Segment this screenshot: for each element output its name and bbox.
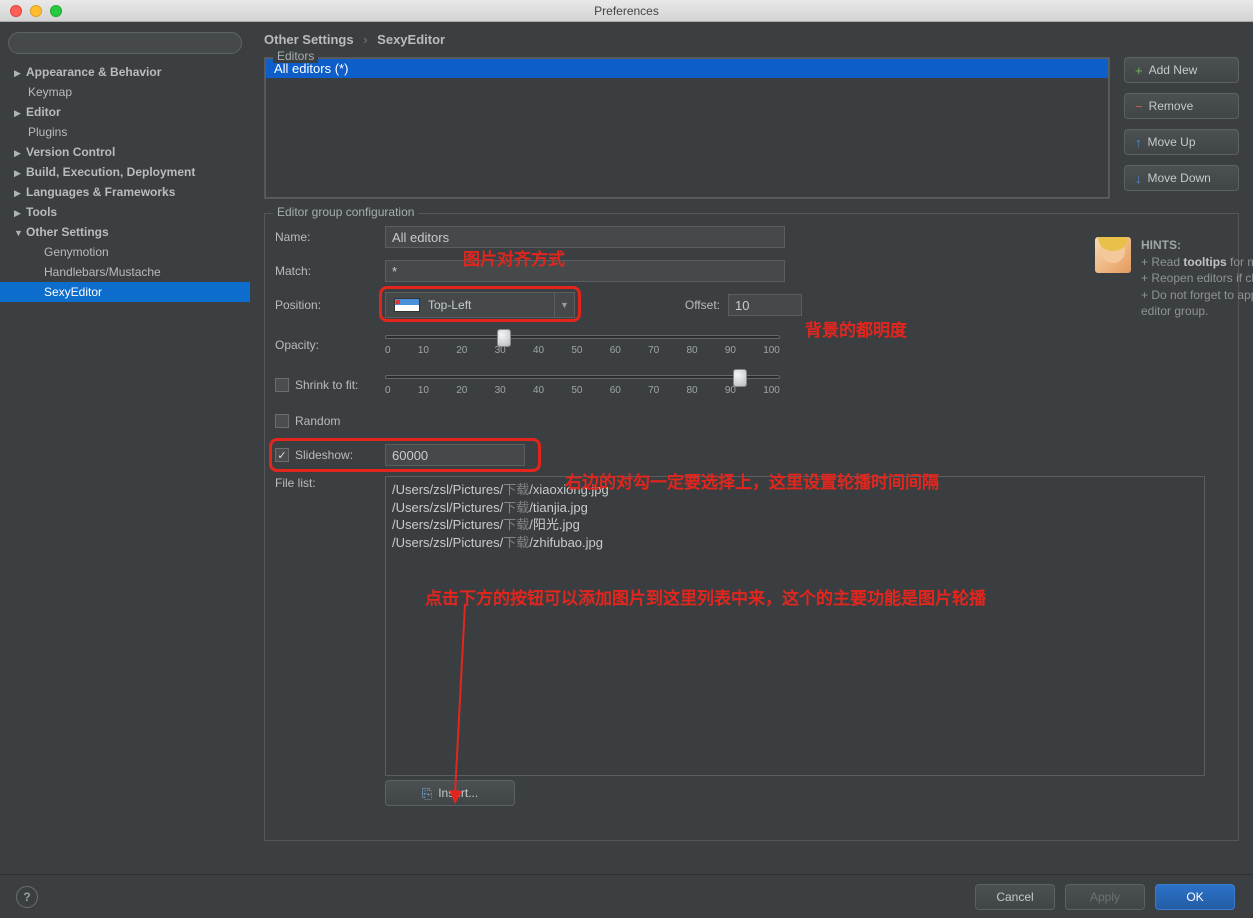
config-group: Editor group configuration HINTS: + Read… bbox=[264, 213, 1239, 841]
slideshow-checkbox[interactable]: ✓ bbox=[275, 448, 289, 462]
offset-field[interactable] bbox=[728, 294, 802, 316]
opacity-slider[interactable]: 0102030405060708090100 bbox=[385, 335, 780, 356]
move-down-button[interactable]: ↓Move Down bbox=[1124, 165, 1239, 191]
sidebar-item[interactable]: Keymap bbox=[0, 82, 250, 102]
chevron-down-icon: ▼ bbox=[554, 293, 574, 317]
file-list-item[interactable]: /Users/zsl/Pictures/下载/zhifubao.jpg bbox=[392, 534, 1198, 552]
sidebar-item[interactable]: Plugins bbox=[0, 122, 250, 142]
chevron-right-icon bbox=[14, 65, 22, 79]
chevron-right-icon bbox=[14, 145, 22, 159]
group-label: Editor group configuration bbox=[273, 205, 418, 219]
opacity-label: Opacity: bbox=[275, 338, 385, 352]
editors-group: Editors All editors (*) bbox=[264, 57, 1110, 199]
sidebar-item[interactable]: Editor bbox=[0, 102, 250, 122]
match-label: Match: bbox=[275, 264, 385, 278]
apply-button[interactable]: Apply bbox=[1065, 884, 1145, 910]
editors-buttons: +Add New −Remove ↑Move Up ↓Move Down bbox=[1124, 57, 1239, 213]
group-label: Editors bbox=[273, 49, 318, 63]
settings-tree: Appearance & Behavior Keymap Editor Plugins… bbox=[0, 62, 250, 302]
flag-icon bbox=[394, 298, 420, 312]
sidebar-item-label: Editor bbox=[26, 105, 61, 119]
plus-icon: + bbox=[1135, 64, 1143, 77]
position-label: Position: bbox=[275, 298, 385, 312]
minus-icon: − bbox=[1135, 100, 1143, 113]
sidebar-item[interactable]: Version Control bbox=[0, 142, 250, 162]
chevron-right-icon bbox=[14, 205, 22, 219]
help-button[interactable]: ? bbox=[16, 886, 38, 908]
titlebar: Preferences bbox=[0, 0, 1253, 22]
sidebar-item-label: Plugins bbox=[28, 125, 67, 139]
breadcrumb-sep: › bbox=[363, 32, 367, 47]
name-label: Name: bbox=[275, 230, 385, 244]
insert-button[interactable]: ⎘ Insert... bbox=[385, 780, 515, 806]
chevron-right-icon bbox=[14, 165, 22, 179]
match-field[interactable] bbox=[385, 260, 785, 282]
slideshow-field[interactable] bbox=[385, 444, 525, 466]
arrow-up-icon: ↑ bbox=[1135, 136, 1142, 149]
sidebar-item[interactable]: Appearance & Behavior bbox=[0, 62, 250, 82]
sidebar-item-label: Appearance & Behavior bbox=[26, 65, 161, 79]
file-list-item[interactable]: /Users/zsl/Pictures/下载/xiaoxiong.jpg bbox=[392, 481, 1198, 499]
file-list-item[interactable]: /Users/zsl/Pictures/下载/tianjia.jpg bbox=[392, 499, 1198, 517]
add-new-button[interactable]: +Add New bbox=[1124, 57, 1239, 83]
remove-button[interactable]: −Remove bbox=[1124, 93, 1239, 119]
content-panel: Other Settings › SexyEditor Editors All … bbox=[250, 22, 1253, 872]
file-list-item[interactable]: /Users/zsl/Pictures/下载/阳光.jpg bbox=[392, 516, 1198, 534]
sidebar-item-label: Version Control bbox=[26, 145, 115, 159]
shrink-checkbox[interactable] bbox=[275, 378, 289, 392]
avatar bbox=[1095, 237, 1131, 273]
sidebar-item-label: Build, Execution, Deployment bbox=[26, 165, 195, 179]
sidebar: Appearance & Behavior Keymap Editor Plugins… bbox=[0, 22, 250, 872]
offset-label: Offset: bbox=[660, 298, 720, 312]
sidebar-item-label: Genymotion bbox=[44, 245, 109, 259]
arrow-down-icon: ↓ bbox=[1135, 172, 1142, 185]
sidebar-item[interactable]: Tools bbox=[0, 202, 250, 222]
shrink-label-wrap: Shrink to fit: bbox=[275, 378, 385, 392]
chevron-down-icon bbox=[14, 225, 22, 239]
breadcrumb-root[interactable]: Other Settings bbox=[264, 32, 354, 47]
sidebar-item-label: Languages & Frameworks bbox=[26, 185, 175, 199]
breadcrumb-leaf: SexyEditor bbox=[377, 32, 445, 47]
sidebar-item-label: Handlebars/Mustache bbox=[44, 265, 161, 279]
move-up-button[interactable]: ↑Move Up bbox=[1124, 129, 1239, 155]
random-wrap: Random bbox=[275, 414, 385, 428]
window-title: Preferences bbox=[0, 4, 1253, 18]
filelist-label: File list: bbox=[275, 476, 385, 490]
insert-icon: ⎘ bbox=[422, 787, 432, 800]
sidebar-item[interactable]: SexyEditor bbox=[0, 282, 250, 302]
sidebar-item-label: Tools bbox=[26, 205, 57, 219]
ok-button[interactable]: OK bbox=[1155, 884, 1235, 910]
sidebar-item[interactable]: Languages & Frameworks bbox=[0, 182, 250, 202]
sidebar-item-label: Other Settings bbox=[26, 225, 109, 239]
random-checkbox[interactable] bbox=[275, 414, 289, 428]
editors-list[interactable]: All editors (*) bbox=[265, 58, 1109, 198]
sidebar-item-label: SexyEditor bbox=[44, 285, 102, 299]
chevron-right-icon bbox=[14, 185, 22, 199]
sidebar-item-label: Keymap bbox=[28, 85, 72, 99]
sidebar-item[interactable]: Other Settings bbox=[0, 222, 250, 242]
shrink-slider[interactable]: 0102030405060708090100 bbox=[385, 375, 780, 396]
slideshow-wrap: ✓ Slideshow: bbox=[275, 448, 385, 462]
sidebar-item[interactable]: Handlebars/Mustache bbox=[0, 262, 250, 282]
breadcrumb: Other Settings › SexyEditor bbox=[264, 32, 1239, 47]
position-combo[interactable]: Top-Left ▼ bbox=[385, 292, 575, 318]
sidebar-item[interactable]: Build, Execution, Deployment bbox=[0, 162, 250, 182]
search-input[interactable] bbox=[8, 32, 242, 54]
cancel-button[interactable]: Cancel bbox=[975, 884, 1055, 910]
sidebar-item[interactable]: Genymotion bbox=[0, 242, 250, 262]
chevron-right-icon bbox=[14, 105, 22, 119]
file-list[interactable]: /Users/zsl/Pictures/下载/xiaoxiong.jpg/Use… bbox=[385, 476, 1205, 776]
list-item[interactable]: All editors (*) bbox=[266, 59, 1108, 78]
dialog-footer: ? Cancel Apply OK bbox=[0, 874, 1253, 918]
name-field[interactable] bbox=[385, 226, 785, 248]
